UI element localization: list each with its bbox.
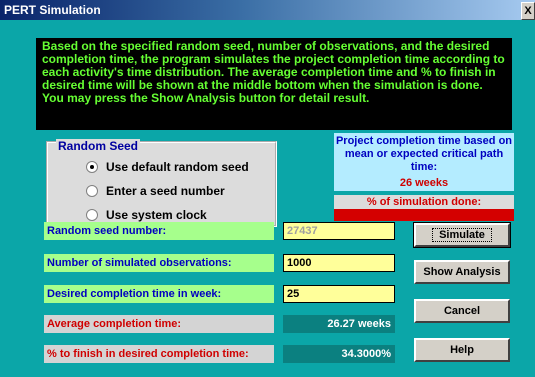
cancel-button[interactable]: Cancel bbox=[414, 299, 510, 323]
show-analysis-button[interactable]: Show Analysis bbox=[414, 260, 510, 284]
dialog-client-area: Based on the specified random seed, numb… bbox=[0, 20, 535, 377]
project-completion-value: 26 weeks bbox=[334, 175, 514, 191]
help-button[interactable]: Help bbox=[414, 338, 510, 362]
instructions-text: Based on the specified random seed, numb… bbox=[36, 38, 512, 130]
simulate-button[interactable]: Simulate bbox=[413, 222, 511, 248]
desired-time-label: Desired completion time in week: bbox=[44, 285, 274, 303]
radio-system-clock[interactable]: Use system clock bbox=[86, 207, 207, 223]
average-time-label: Average completion time: bbox=[44, 315, 274, 333]
simulation-progress-label: % of simulation done: bbox=[334, 195, 514, 209]
window-title: PERT Simulation bbox=[4, 3, 101, 17]
random-seed-legend: Random Seed bbox=[56, 139, 141, 153]
project-completion-panel: Project completion time based on mean or… bbox=[334, 133, 514, 229]
desired-time-field[interactable]: 25 bbox=[283, 285, 395, 303]
simulation-progress-bar bbox=[334, 209, 514, 221]
project-completion-header: Project completion time based on mean or… bbox=[334, 133, 514, 175]
radio-label: Use default random seed bbox=[106, 160, 249, 174]
close-button[interactable]: X bbox=[521, 2, 535, 20]
observations-field[interactable]: 1000 bbox=[283, 254, 395, 272]
pct-finish-label: % to finish in desired completion time: bbox=[44, 345, 274, 363]
radio-label: Use system clock bbox=[106, 208, 207, 222]
seed-number-field[interactable]: 27437 bbox=[283, 222, 395, 240]
radio-enter-seed[interactable]: Enter a seed number bbox=[86, 183, 225, 199]
simulate-button-label: Simulate bbox=[432, 228, 492, 242]
radio-default-seed[interactable]: Use default random seed bbox=[86, 159, 249, 175]
pct-finish-value: 34.3000% bbox=[283, 345, 395, 363]
average-time-value: 26.27 weeks bbox=[283, 315, 395, 333]
radio-indicator[interactable] bbox=[86, 209, 98, 221]
radio-label: Enter a seed number bbox=[106, 184, 225, 198]
observations-label: Number of simulated observations: bbox=[44, 254, 274, 272]
random-seed-group: Random Seed Use default random seed Ente… bbox=[46, 139, 277, 227]
radio-indicator[interactable] bbox=[86, 185, 98, 197]
title-bar: PERT Simulation X bbox=[0, 0, 535, 20]
radio-indicator[interactable] bbox=[86, 161, 98, 173]
seed-number-label: Random seed number: bbox=[44, 222, 274, 240]
